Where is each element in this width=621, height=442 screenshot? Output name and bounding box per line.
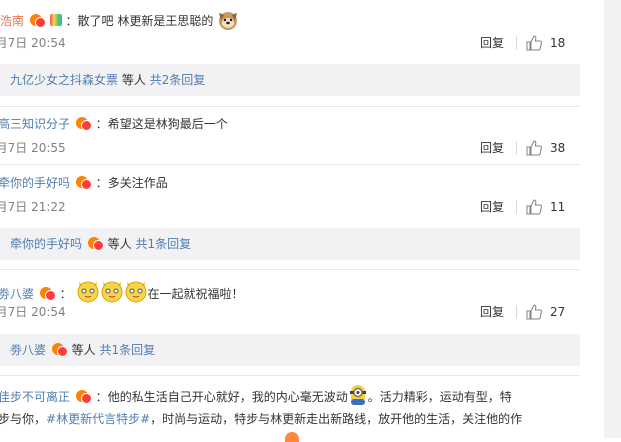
comment-username[interactable]: 佳步不可离正 xyxy=(0,390,70,404)
heart-emoji-icon xyxy=(285,432,299,442)
cat-emoji-icon xyxy=(76,279,100,311)
divider xyxy=(0,106,580,107)
divider xyxy=(516,141,517,155)
thumb-up-icon xyxy=(526,35,542,51)
comment-separator: ： xyxy=(59,287,72,301)
comment-text: 步与你， xyxy=(0,412,47,426)
reply-username[interactable]: 劵八婆 xyxy=(10,343,46,357)
divider xyxy=(0,164,580,165)
comment-separator: ： xyxy=(95,117,108,131)
comment-time: 9月7日 20:55 xyxy=(0,141,66,155)
dog-emoji-icon xyxy=(217,10,239,35)
vip-badge-icon xyxy=(75,175,92,190)
comment-separator: ： xyxy=(65,14,78,28)
comment-username[interactable]: 牵你的手好吗 xyxy=(0,176,70,190)
thumb-up-icon xyxy=(526,304,542,320)
hashtag-link[interactable]: #林更新代言特步# xyxy=(46,412,150,426)
vip-badge-icon xyxy=(87,236,104,251)
reply-suffix: 等人 xyxy=(103,237,136,251)
thumb-up-icon xyxy=(526,199,542,215)
cat-emoji-icon xyxy=(100,279,124,311)
comment-username[interactable]: 高三知识分子 xyxy=(0,117,70,131)
rainbow-icon xyxy=(49,14,62,26)
reply-count-link[interactable]: 共1条回复 xyxy=(135,237,191,251)
comment-username[interactable]: 你浩南 xyxy=(0,14,24,28)
reply-username[interactable]: 牵你的手好吗 xyxy=(10,237,82,251)
reply-summary[interactable]: 劵八婆 等人 共1条回复 xyxy=(0,334,580,366)
comment-text: 。活力精彩，运动有型，特 xyxy=(367,390,512,404)
comment-text: 多关注作品 xyxy=(107,176,168,190)
thumb-up-icon xyxy=(526,140,542,156)
vip-badge-icon xyxy=(29,13,46,28)
divider xyxy=(0,269,580,270)
comment-separator: ： xyxy=(95,176,108,190)
reply-username[interactable]: 九亿少女之抖森女票 xyxy=(10,73,118,87)
like-count: 27 xyxy=(550,305,566,319)
right-gutter xyxy=(604,0,621,438)
comment-time: 9月7日 21:22 xyxy=(0,200,66,214)
reply-button[interactable]: 回复 xyxy=(480,198,504,216)
like-count: 18 xyxy=(550,36,566,50)
vip-badge-icon xyxy=(75,116,92,131)
like-count: 38 xyxy=(550,141,566,155)
comment-text: 在一起就祝福啦！ xyxy=(147,287,244,301)
comment-text: 希望这是林狗最后一个 xyxy=(107,117,228,131)
reply-summary[interactable]: 九亿少女之抖森女票 等人 共2条回复 xyxy=(0,64,580,96)
reply-button[interactable]: 回复 xyxy=(480,139,504,157)
reply-count-link[interactable]: 共2条回复 xyxy=(150,73,206,87)
divider xyxy=(516,305,517,319)
divider xyxy=(0,375,580,376)
like-count: 11 xyxy=(550,200,566,214)
divider xyxy=(516,200,517,214)
comment-username[interactable]: 劵八婆 xyxy=(0,287,34,301)
vip-badge-icon xyxy=(39,286,56,301)
comment-time: 9月7日 20:54 xyxy=(0,36,66,50)
vip-badge-icon xyxy=(75,389,92,404)
reply-button[interactable]: 回复 xyxy=(480,303,504,321)
vip-badge-icon xyxy=(51,342,68,357)
divider xyxy=(516,36,517,50)
reply-suffix: 等人 xyxy=(118,73,150,87)
comment-text: ，时尚与运动，特步与林更新走出新路线，放开他的生活，关注他的作 xyxy=(150,412,523,426)
cat-emoji-icon xyxy=(124,279,148,311)
reply-button[interactable]: 回复 xyxy=(480,34,504,52)
reply-count-link[interactable]: 共1条回复 xyxy=(99,343,155,357)
comment-time: 9月7日 20:54 xyxy=(0,305,66,319)
comment-text: 散了吧 林更新是王思聪的 xyxy=(77,14,214,28)
comment-text: 他的私生活自己开心就好，我的内心毫无波动 xyxy=(107,390,348,404)
comment-separator: ： xyxy=(95,390,108,404)
reply-suffix: 等人 xyxy=(67,343,100,357)
reply-summary[interactable]: 牵你的手好吗 等人 共1条回复 xyxy=(0,228,580,260)
